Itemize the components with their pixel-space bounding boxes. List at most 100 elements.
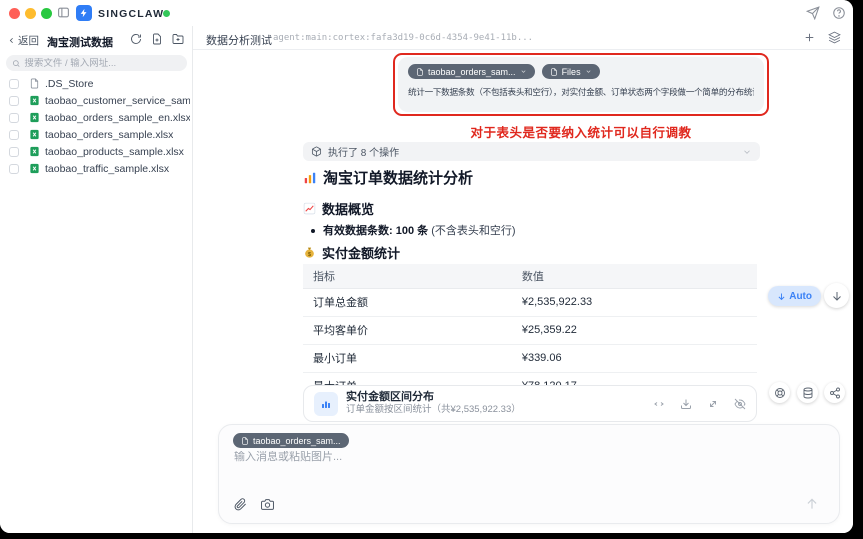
file-name: taobao_customer_service_sample.x... <box>45 95 190 107</box>
lifebuoy-icon <box>774 387 786 399</box>
scroll-to-bottom-button[interactable] <box>824 283 849 308</box>
chart-card-icon <box>314 392 338 416</box>
package-icon <box>311 146 322 157</box>
table-header-row: 指标 数值 <box>303 264 757 288</box>
code-icon[interactable] <box>653 398 665 410</box>
files-chip[interactable]: Files <box>542 64 600 79</box>
line-chart-emoji-icon <box>303 202 316 215</box>
camera-icon[interactable] <box>261 498 274 511</box>
layers-icon[interactable] <box>828 31 841 44</box>
app-logo-bolt-icon <box>76 5 92 21</box>
file-checkbox[interactable] <box>9 96 19 106</box>
eye-off-icon[interactable] <box>734 398 746 410</box>
send-plane-icon[interactable] <box>806 6 820 20</box>
usage-info-button[interactable] <box>769 382 790 403</box>
chart-widget-card: 实付金额区间分布 订单金额按区间统计（共¥2,535,922.33） <box>303 385 757 422</box>
window-minimize-button[interactable] <box>25 8 36 19</box>
chat-content: taobao_orders_sam... Files 统计一下数据条数（不包括表… <box>193 50 853 533</box>
file-icon <box>550 68 558 76</box>
bullet-dot <box>311 229 315 233</box>
sidebar-toggle-icon[interactable] <box>57 6 70 19</box>
sidebar-header: 返回 淘宝测试数据 <box>0 30 192 50</box>
search-input[interactable] <box>24 58 181 69</box>
app-window: SINGCLAW 返回 淘宝测试数据 <box>0 0 853 533</box>
file-name: taobao_orders_sample.xlsx <box>45 129 173 141</box>
refresh-icon[interactable] <box>130 33 142 45</box>
overview-heading: 数据概览 <box>303 199 374 218</box>
send-button[interactable] <box>805 497 819 511</box>
value-cell: ¥25,359.22 <box>512 316 757 344</box>
composer-chip-label: taobao_orders_sam... <box>253 436 341 446</box>
file-checkbox[interactable] <box>9 130 19 140</box>
titlebar: SINGCLAW <box>0 0 853 26</box>
app-name: SINGCLAW <box>98 8 164 20</box>
paperclip-icon[interactable] <box>234 498 247 511</box>
list-item[interactable]: taobao_traffic_sample.xlsx <box>0 160 192 177</box>
new-folder-icon[interactable] <box>172 33 184 45</box>
session-header: 数据分析测试 agent:main:cortex:fafa3d19-0c6d-4… <box>193 26 853 50</box>
file-name: .DS_Store <box>45 78 93 90</box>
message-input[interactable] <box>234 451 814 463</box>
arrow-down-icon <box>777 292 786 301</box>
value-cell: ¥2,535,922.33 <box>512 288 757 316</box>
new-file-icon[interactable] <box>151 33 163 45</box>
list-item[interactable]: taobao_customer_service_sample.x... <box>0 92 192 109</box>
online-status-dot <box>163 10 170 17</box>
arrow-up-icon <box>805 497 819 511</box>
payment-heading: $ 实付金额统计 <box>303 243 400 262</box>
column-header: 数值 <box>512 264 757 288</box>
metric-cell: 平均客单价 <box>303 316 512 344</box>
attachment-chip-label: taobao_orders_sam... <box>428 67 516 77</box>
files-chip-label: Files <box>562 67 581 77</box>
share-button[interactable] <box>824 382 845 403</box>
chart-card-title: 实付金额区间分布 <box>346 391 521 404</box>
new-session-icon[interactable] <box>803 31 816 44</box>
sidebar-search[interactable] <box>6 55 187 71</box>
list-item[interactable]: .DS_Store <box>0 75 192 92</box>
list-item[interactable]: taobao_orders_sample_en.xlsx <box>0 109 192 126</box>
file-name: taobao_products_sample.xlsx <box>45 146 184 158</box>
value-cell: ¥339.06 <box>512 344 757 372</box>
operations-summary-label: 执行了 8 个操作 <box>328 144 399 159</box>
help-icon[interactable] <box>832 6 846 20</box>
agent-id: agent:main:cortex:fafa3d19-0c6d-4354-9e4… <box>273 33 533 43</box>
chevron-down-icon <box>585 68 592 75</box>
payment-heading-text: 实付金额统计 <box>322 243 400 262</box>
window-close-button[interactable] <box>9 8 20 19</box>
message-composer[interactable]: taobao_orders_sam... <box>218 424 840 524</box>
file-checkbox[interactable] <box>9 164 19 174</box>
expand-icon[interactable] <box>707 398 719 410</box>
money-bag-emoji-icon: $ <box>303 246 316 259</box>
operations-summary-bar[interactable]: 执行了 8 个操作 <box>303 142 760 161</box>
attachment-chip[interactable]: taobao_orders_sam... <box>408 64 535 79</box>
auto-scroll-button[interactable]: Auto <box>768 286 821 306</box>
auto-scroll-label: Auto <box>789 291 812 302</box>
sidebar: 返回 淘宝测试数据 .DS_Store taobao_customer_ser <box>0 26 193 533</box>
file-checkbox[interactable] <box>9 113 19 123</box>
composer-attachment-chip[interactable]: taobao_orders_sam... <box>233 433 349 448</box>
file-icon <box>416 68 424 76</box>
overview-heading-text: 数据概览 <box>322 199 374 218</box>
svg-text:$: $ <box>308 252 311 258</box>
list-item[interactable]: taobao_orders_sample.xlsx <box>0 126 192 143</box>
session-title: 数据分析测试 <box>206 32 272 48</box>
annotation-caption: 对于表头是否要纳入统计可以自行调教 <box>393 122 769 141</box>
user-message-bubble: taobao_orders_sam... Files 统计一下数据条数（不包括表… <box>398 57 764 112</box>
back-label: 返回 <box>18 33 39 48</box>
overview-bullet: 有效数据条数: 100 条 (不含表头和空行) <box>311 222 516 238</box>
generic-file-icon <box>29 78 40 89</box>
file-checkbox[interactable] <box>9 147 19 157</box>
chevron-down-icon <box>520 68 527 75</box>
table-row: 订单总金额 ¥2,535,922.33 <box>303 288 757 316</box>
arrow-down-icon <box>831 290 843 302</box>
download-icon[interactable] <box>680 398 692 410</box>
context-database-button[interactable] <box>797 382 818 403</box>
list-item[interactable]: taobao_products_sample.xlsx <box>0 143 192 160</box>
bullet-rest: (不含表头和空行) <box>428 225 515 237</box>
file-checkbox[interactable] <box>9 79 19 89</box>
table-row: 平均客单价 ¥25,359.22 <box>303 316 757 344</box>
chevron-down-icon <box>742 147 752 157</box>
window-zoom-button[interactable] <box>41 8 52 19</box>
back-button[interactable]: 返回 <box>7 33 39 48</box>
column-header: 指标 <box>303 264 512 288</box>
